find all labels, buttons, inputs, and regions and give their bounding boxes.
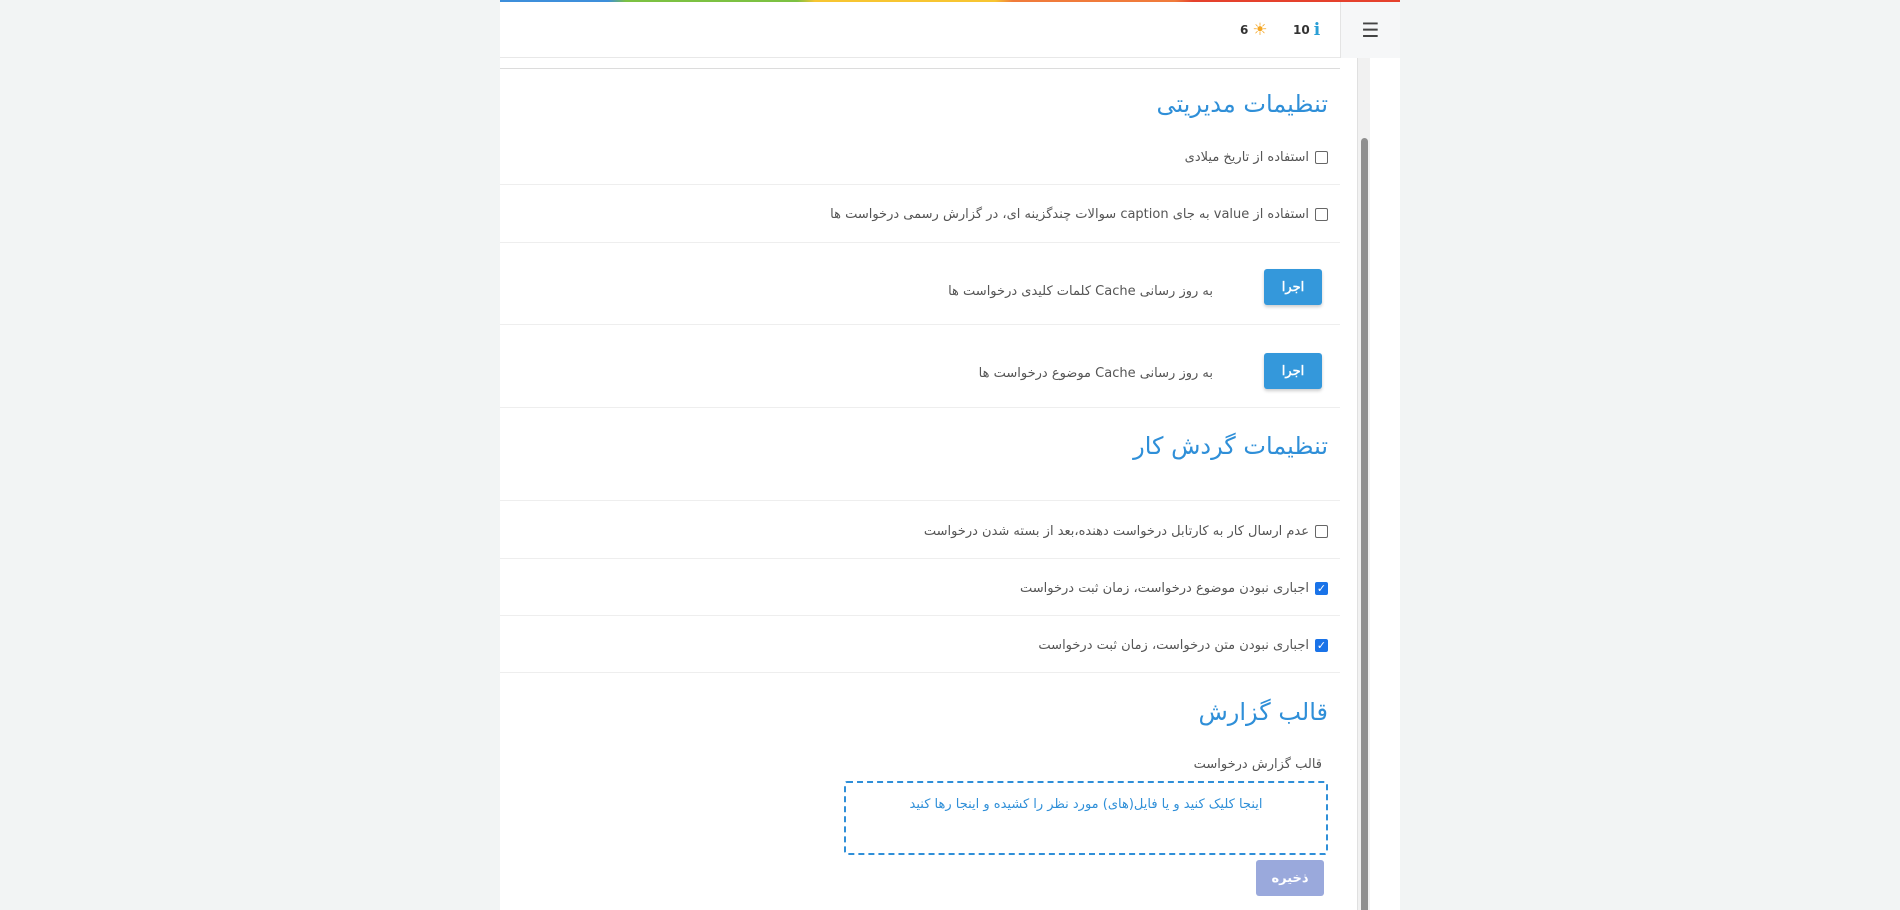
sun-icon: ☀: [1252, 20, 1268, 40]
file-dropzone[interactable]: اینجا کلیک کنید و یا فایل(های) مورد نظر …: [844, 781, 1328, 855]
use-value-row[interactable]: استفاده از value به جای caption سوالات چ…: [830, 207, 1328, 222]
cache-subject-label: به روز رسانی Cache موضوع درخواست ها: [978, 366, 1213, 381]
weather-count: 6: [1240, 23, 1249, 37]
cache-keywords-label: به روز رسانی Cache کلمات کلیدی درخواست ه…: [948, 284, 1213, 299]
save-button[interactable]: ذخیره: [1256, 860, 1324, 896]
hamburger-icon: ☰: [1361, 18, 1380, 42]
use-value-label: استفاده از value به جای caption سوالات چ…: [830, 207, 1309, 222]
main-panel: 6 ☀ 10 i ☰ تنظیمات مدیریتی استفاده از تا…: [500, 0, 1400, 910]
use-value-checkbox[interactable]: [1315, 208, 1328, 221]
scrollbar-thumb[interactable]: [1361, 138, 1368, 910]
workflow-settings-title: تنظیمات گردش کار: [1133, 432, 1328, 460]
info-stat[interactable]: 10 i: [1293, 20, 1320, 40]
no-cartable-checkbox[interactable]: [1315, 525, 1328, 538]
cache-subject-run-button[interactable]: اجرا: [1264, 353, 1322, 389]
cache-keywords-run-button[interactable]: اجرا: [1264, 269, 1322, 305]
use-gregorian-label: استفاده از تاریخ میلادی: [1184, 150, 1309, 165]
use-gregorian-row[interactable]: استفاده از تاریخ میلادی: [1185, 150, 1328, 165]
weather-stat[interactable]: 6 ☀: [1240, 20, 1268, 40]
optional-subject-row[interactable]: ✓ اجباری نبودن موضوع درخواست، زمان ثبت د…: [1020, 581, 1328, 596]
report-template-label: قالب گزارش درخواست: [1193, 757, 1322, 772]
optional-subject-label: اجباری نبودن موضوع درخواست، زمان ثبت درخ…: [1020, 581, 1309, 596]
optional-text-checkbox[interactable]: ✓: [1315, 639, 1328, 652]
info-count: 10: [1293, 23, 1310, 37]
top-bar: 6 ☀ 10 i ☰: [500, 2, 1400, 58]
menu-button[interactable]: ☰: [1340, 2, 1400, 58]
no-cartable-label: عدم ارسال کار به کارتابل درخواست دهنده،ب…: [923, 524, 1309, 539]
optional-text-row[interactable]: ✓ اجباری نبودن متن درخواست، زمان ثبت درخ…: [1038, 638, 1328, 653]
no-cartable-row[interactable]: عدم ارسال کار به کارتابل درخواست دهنده،ب…: [924, 524, 1328, 539]
optional-text-label: اجباری نبودن متن درخواست، زمان ثبت درخوا…: [1038, 638, 1309, 653]
use-gregorian-checkbox[interactable]: [1315, 151, 1328, 164]
admin-settings-title: تنظیمات مدیریتی: [1156, 90, 1328, 118]
report-template-title: قالب گزارش: [1198, 698, 1328, 726]
optional-subject-checkbox[interactable]: ✓: [1315, 582, 1328, 595]
scrollbar[interactable]: [1357, 58, 1370, 910]
info-icon: i: [1313, 20, 1321, 40]
dropzone-text: اینجا کلیک کنید و یا فایل(های) مورد نظر …: [909, 797, 1263, 812]
